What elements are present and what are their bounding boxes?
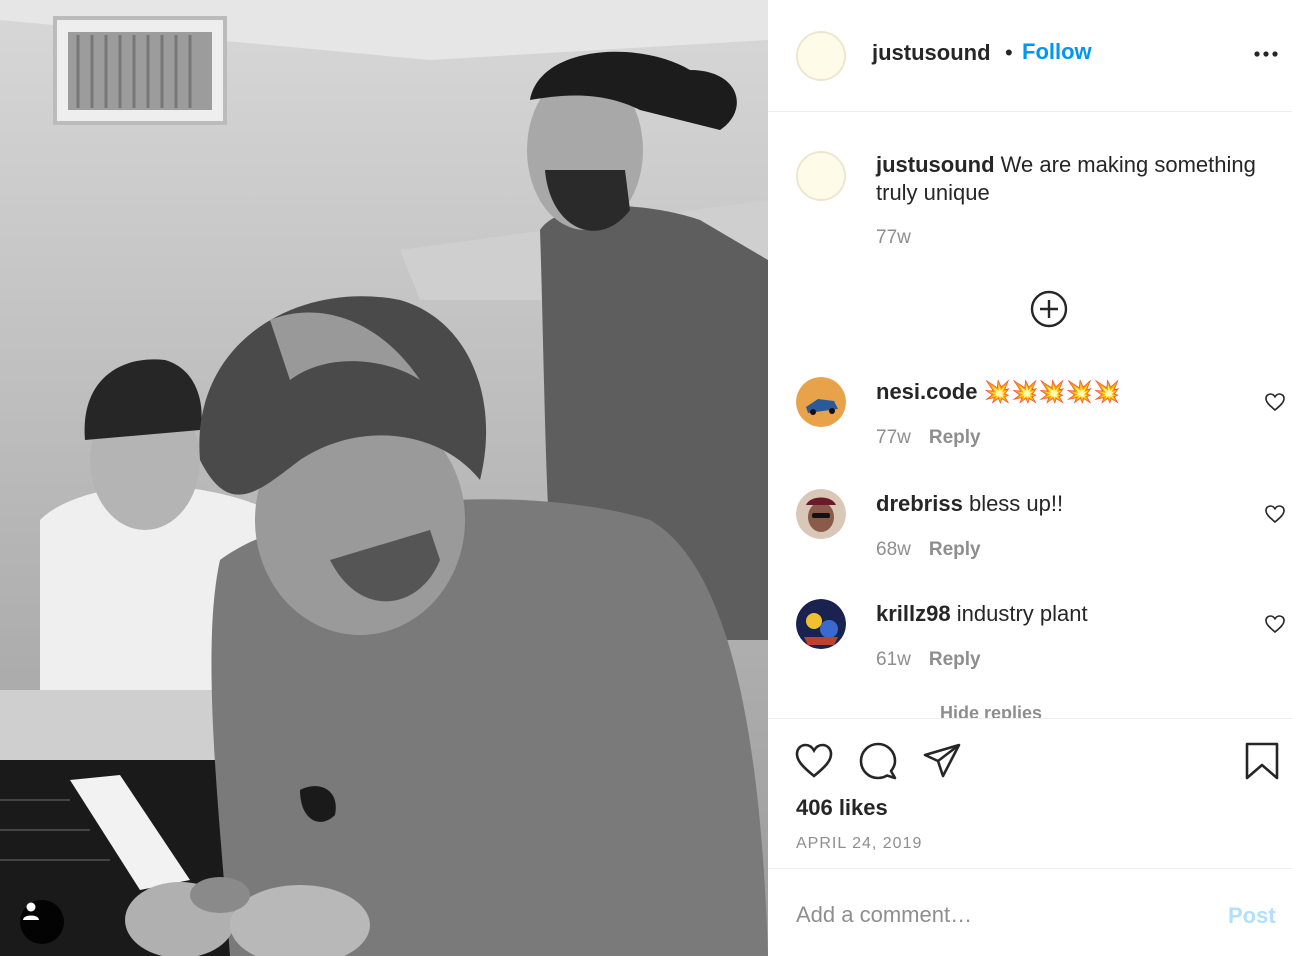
comment-username[interactable]: krillz98 [876, 601, 951, 626]
add-comment-bar: Post [768, 868, 1292, 956]
author-username[interactable]: justusound [872, 40, 991, 66]
caption-text: justusound We are making something truly… [876, 151, 1286, 207]
comment-meta: 68w Reply [876, 539, 981, 561]
reply-button[interactable]: Reply [929, 427, 981, 448]
share-icon[interactable] [922, 741, 962, 781]
comment-item: nesi.code 💥💥💥💥💥 77w Reply [768, 377, 1292, 477]
heart-icon[interactable] [1264, 391, 1286, 413]
comment-username[interactable]: drebriss [876, 491, 963, 516]
comment-content: krillz98 industry plant [876, 601, 1088, 627]
header-separator: • [1005, 40, 1013, 65]
caption-avatar[interactable] [796, 151, 846, 201]
comment-text: bless up!! [968, 491, 1064, 516]
comment-username[interactable]: nesi.code [876, 379, 977, 404]
comment-meta: 77w Reply [876, 427, 981, 449]
post-sidebar: justusound • Follow justusound We are ma… [768, 0, 1292, 956]
comment-icon[interactable] [858, 741, 898, 781]
bookmark-icon[interactable] [1242, 741, 1282, 781]
comment-avatar[interactable] [796, 377, 846, 427]
comment-meta: 61w Reply [876, 649, 981, 671]
comment-item: drebriss bless up!! 68w Reply [768, 489, 1292, 589]
avatar-image [796, 599, 846, 649]
post-actions: 406 likes APRIL 24, 2019 [768, 718, 1292, 868]
plus-circle-icon[interactable] [1029, 289, 1069, 329]
follow-button[interactable]: Follow [1022, 39, 1092, 65]
reply-button[interactable]: Reply [929, 539, 981, 560]
post-photo[interactable] [0, 0, 768, 956]
comment-content: nesi.code 💥💥💥💥💥 [876, 379, 1121, 405]
photo-illustration [0, 0, 768, 956]
heart-icon[interactable] [794, 741, 834, 781]
comment-timestamp[interactable]: 61w [876, 649, 911, 670]
post-date[interactable]: APRIL 24, 2019 [796, 835, 922, 853]
person-tag-icon [23, 902, 39, 920]
hide-replies-link[interactable]: Hide replies [940, 703, 1042, 718]
comments-list[interactable]: justusound We are making something truly… [768, 113, 1292, 718]
author-avatar[interactable] [796, 31, 846, 81]
heart-icon[interactable] [1264, 503, 1286, 525]
comment-avatar[interactable] [796, 599, 846, 649]
post-comment-button[interactable]: Post [1228, 903, 1276, 929]
comment-timestamp[interactable]: 77w [876, 427, 911, 448]
avatar-image [796, 489, 846, 539]
comment-item: krillz98 industry plant 61w Reply [768, 599, 1292, 699]
comment-text: 💥💥💥💥💥 [983, 379, 1121, 404]
post-header: justusound • Follow [768, 0, 1292, 112]
comment-text: industry plant [956, 601, 1088, 626]
tagged-people-button[interactable] [20, 900, 64, 944]
comment-timestamp[interactable]: 68w [876, 539, 911, 560]
avatar-image [796, 377, 846, 427]
reply-button[interactable]: Reply [929, 649, 981, 670]
likes-count[interactable]: 406 likes [796, 795, 888, 821]
caption-timestamp[interactable]: 77w [876, 227, 911, 249]
comment-input[interactable] [796, 897, 1206, 933]
comment-content: drebriss bless up!! [876, 491, 1063, 517]
heart-icon[interactable] [1264, 613, 1286, 635]
comment-avatar[interactable] [796, 489, 846, 539]
caption-username[interactable]: justusound [876, 152, 995, 177]
more-options-icon[interactable] [1252, 40, 1280, 68]
